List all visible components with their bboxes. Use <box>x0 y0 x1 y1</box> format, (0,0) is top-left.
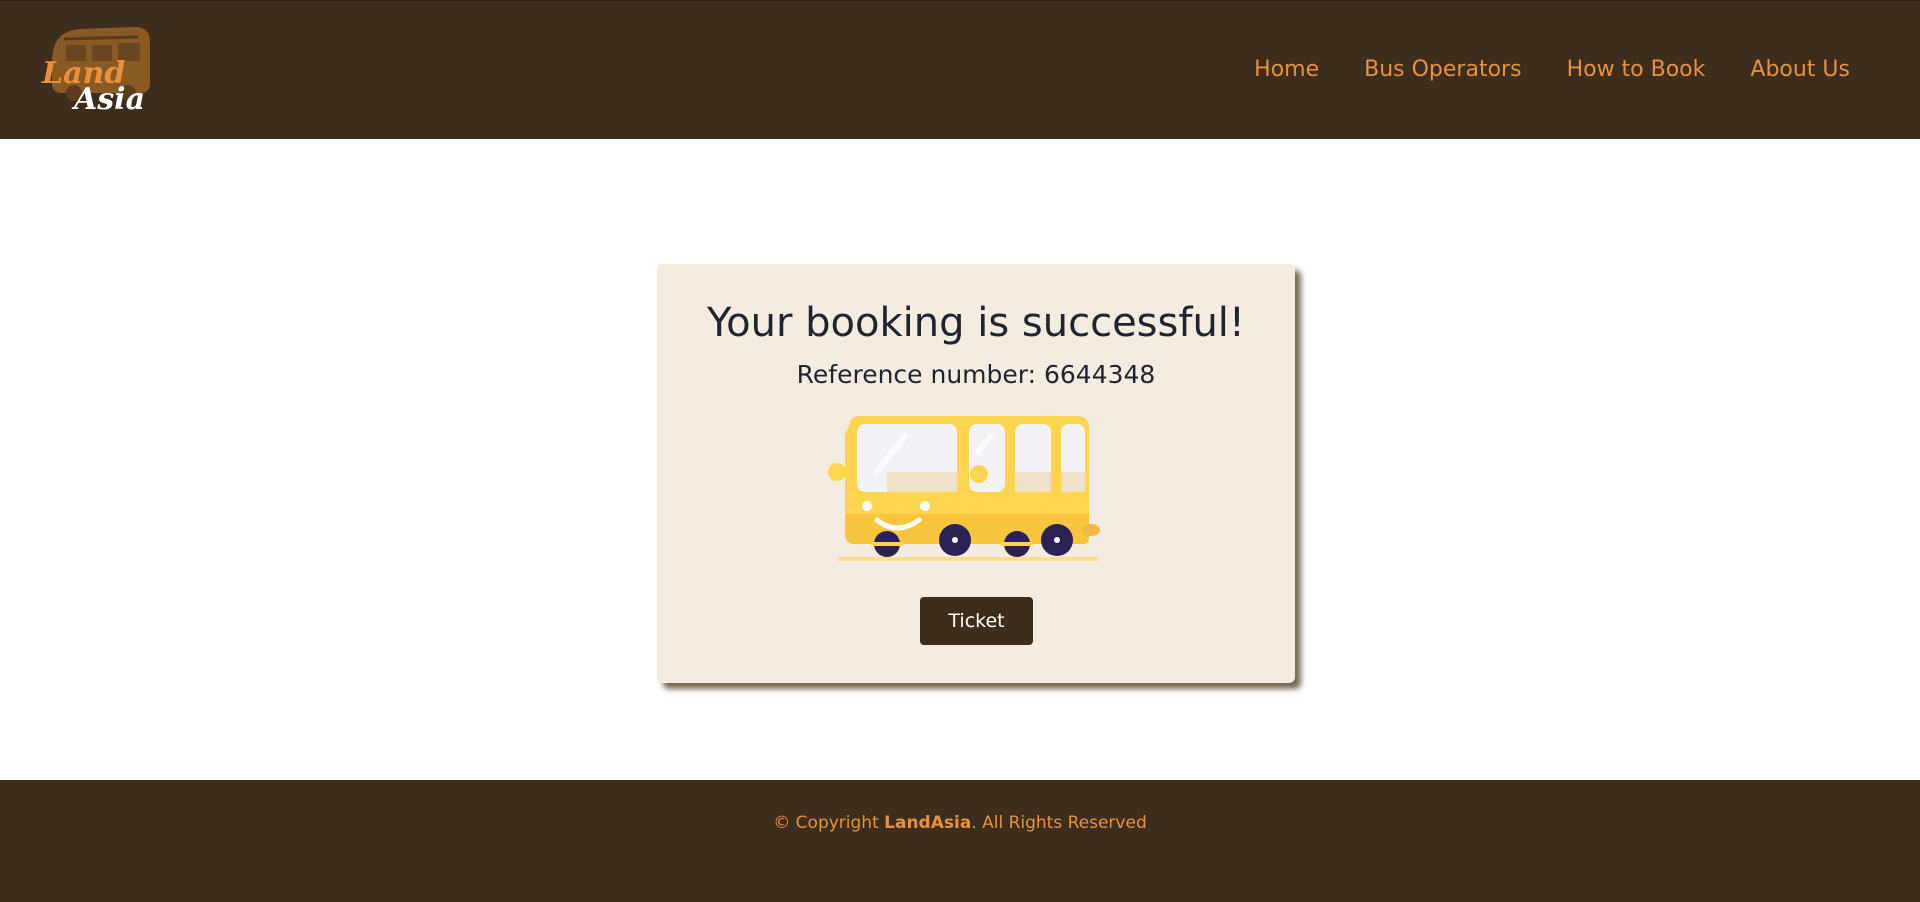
nav-about-us-link[interactable]: About Us <box>1750 57 1850 82</box>
copyright-text: © Copyright LandAsia. All Rights Reserve… <box>0 813 1920 833</box>
landasia-logo[interactable]: Land Asia <box>40 21 158 117</box>
booking-success-card: Your booking is successful! Reference nu… <box>657 264 1295 683</box>
copyright-prefix: © Copyright <box>773 813 885 833</box>
bus-illustration-icon <box>828 416 1100 561</box>
navbar: Land Asia Home Bus Operators How to Book… <box>0 0 1920 139</box>
logo-text-asia: Asia <box>71 82 145 117</box>
nav-home-link[interactable]: Home <box>1254 57 1319 82</box>
reference-number: Reference number: 6644348 <box>796 360 1156 389</box>
ticket-button[interactable]: Ticket <box>920 597 1033 645</box>
main-content: Your booking is successful! Reference nu… <box>0 139 1920 780</box>
success-heading: Your booking is successful! <box>707 300 1245 346</box>
nav-bus-operators-link[interactable]: Bus Operators <box>1364 57 1521 82</box>
footer: © Copyright LandAsia. All Rights Reserve… <box>0 780 1920 902</box>
copyright-suffix: . All Rights Reserved <box>971 813 1147 833</box>
copyright-brand: LandAsia <box>884 813 972 833</box>
main-nav: Home Bus Operators How to Book About Us <box>1209 57 1850 82</box>
nav-how-to-book-link[interactable]: How to Book <box>1567 57 1706 82</box>
